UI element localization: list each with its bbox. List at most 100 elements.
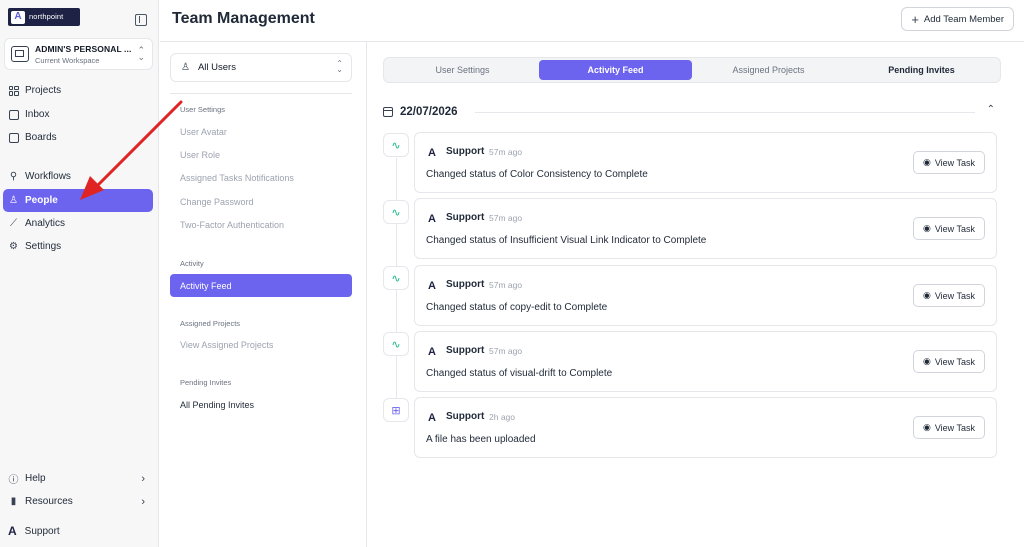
inbox-icon — [8, 109, 19, 120]
eye-icon: ◉ — [922, 223, 931, 233]
activity-card: A Support 57m ago Changed status of Colo… — [414, 132, 997, 193]
eye-icon: ◉ — [922, 290, 931, 300]
activity-message: Changed status of copy-edit to Complete — [426, 302, 608, 313]
activity-card: A Support 57m ago Changed status of copy… — [414, 265, 997, 326]
activity-card: A Support 57m ago Changed status of Insu… — [414, 198, 997, 259]
activity-card: A Support 57m ago Changed status of visu… — [414, 331, 997, 392]
sidebar-item-workflows[interactable]: ⚲ Workflows — [3, 165, 153, 188]
activity-user: Support — [446, 411, 485, 422]
sidebar-item-settings[interactable]: ⚙ Settings — [3, 235, 153, 258]
chevron-right-icon: › — [141, 472, 145, 485]
sidebar-item-help[interactable]: ⓘ Help › — [3, 467, 153, 490]
section-heading: Activity — [180, 259, 204, 268]
activity-time: 57m ago — [489, 280, 523, 290]
avatar: A — [8, 524, 17, 538]
workspace-subtitle: Current Workspace — [35, 56, 100, 65]
user-select[interactable]: ♙ All Users ⌃ ⌄ — [170, 53, 352, 82]
sidebar-item-label: Inbox — [25, 109, 50, 120]
settings-item-all-pending-invites[interactable]: All Pending Invites — [180, 400, 254, 410]
view-task-button[interactable]: ◉ View Task — [913, 350, 985, 373]
settings-item-task-notifications[interactable]: Assigned Tasks Notifications — [180, 173, 294, 183]
board-icon — [8, 132, 19, 143]
view-task-label: View Task — [934, 223, 976, 234]
activity-icon: ∿ — [383, 266, 409, 290]
add-team-member-button[interactable]: + Add Team Member — [901, 7, 1014, 31]
tab-activity-feed[interactable]: Activity Feed — [539, 60, 692, 80]
sidebar-item-label: Analytics — [25, 218, 66, 229]
eye-icon: ◉ — [922, 356, 931, 366]
settings-item-user-role[interactable]: User Role — [180, 150, 220, 160]
chevron-updown-icon: ⌃ ⌄ — [137, 45, 145, 62]
eye-icon: ◉ — [922, 157, 931, 167]
section-heading: Pending Invites — [180, 378, 232, 387]
sidebar-item-boards[interactable]: Boards — [3, 126, 153, 149]
divider — [170, 93, 352, 94]
user-icon: ♙ — [9, 195, 18, 206]
view-task-button[interactable]: ◉ View Task — [913, 217, 985, 240]
sidebar-item-label: Workflows — [25, 171, 71, 182]
view-task-button[interactable]: ◉ View Task — [913, 416, 985, 439]
chevron-updown-icon: ⌃ ⌄ — [336, 59, 343, 74]
tab-user-settings[interactable]: User Settings — [386, 60, 539, 80]
chart-icon: ⟋ — [10, 218, 17, 229]
user-select-value: All Users — [197, 62, 236, 73]
sidebar-item-projects[interactable]: Projects — [3, 79, 153, 102]
sidebar-item-label: People — [25, 195, 58, 206]
sidebar-item-people[interactable]: ♙ People — [3, 189, 153, 212]
workspace-icon — [11, 46, 29, 62]
settings-item-activity-feed[interactable]: Activity Feed — [170, 274, 352, 297]
collapse-sidebar-icon[interactable] — [135, 14, 147, 26]
brand-logo[interactable]: A northpoint — [8, 8, 80, 26]
date-label: 22/07/2026 — [400, 106, 458, 118]
sidebar-item-analytics[interactable]: ⟋ Analytics — [3, 212, 153, 235]
date-group-header[interactable]: 22/07/2026 ⌃ — [383, 104, 997, 120]
users-icon: ♙ — [181, 62, 190, 73]
sidebar-item-label: Help — [25, 473, 46, 484]
avatar: A — [428, 412, 436, 424]
activity-icon: ∿ — [383, 332, 409, 356]
activity-icon: ∿ — [383, 200, 409, 224]
activity-user: Support — [446, 279, 485, 290]
avatar: A — [428, 346, 436, 358]
activity-time: 57m ago — [489, 147, 523, 157]
view-task-button[interactable]: ◉ View Task — [913, 284, 985, 307]
settings-item-label: Activity Feed — [180, 280, 232, 291]
tab-assigned-projects[interactable]: Assigned Projects — [692, 60, 845, 80]
activity-user: Support — [446, 345, 485, 356]
view-task-label: View Task — [934, 422, 976, 433]
workspace-switcher[interactable]: ADMIN'S PERSONAL ... Current Workspace ⌃… — [4, 38, 153, 70]
settings-item-view-assigned-projects[interactable]: View Assigned Projects — [180, 340, 273, 350]
view-task-label: View Task — [934, 290, 976, 301]
view-task-label: View Task — [934, 356, 976, 367]
sidebar-item-label: Projects — [25, 85, 62, 96]
activity-time: 57m ago — [489, 346, 523, 356]
chevron-right-icon: › — [141, 495, 145, 508]
view-task-label: View Task — [934, 157, 976, 168]
page-title: Team Management — [172, 10, 315, 27]
activity-icon: ∿ — [383, 133, 409, 157]
page-header: Team Management + Add Team Member — [160, 0, 1024, 42]
add-team-member-label: Add Team Member — [923, 13, 1004, 25]
activity-message: Changed status of Color Consistency to C… — [426, 169, 648, 180]
chevron-up-icon[interactable]: ⌃ — [987, 104, 995, 115]
settings-item-user-avatar[interactable]: User Avatar — [180, 127, 227, 137]
settings-item-change-password[interactable]: Change Password — [180, 197, 254, 207]
sidebar-item-resources[interactable]: ▮ Resources › — [3, 490, 153, 513]
tab-bar: User Settings Activity Feed Assigned Pro… — [383, 57, 1001, 83]
avatar: A — [428, 280, 436, 292]
logo-icon: A — [11, 10, 25, 24]
avatar: A — [428, 147, 436, 159]
tab-pending-invites[interactable]: Pending Invites — [845, 60, 998, 80]
help-icon: ⓘ — [8, 475, 19, 486]
sidebar-item-label: Boards — [25, 132, 57, 143]
settings-panel: ♙ All Users ⌃ ⌄ User Settings User Avatar… — [160, 42, 367, 547]
current-user[interactable]: A Support — [3, 520, 153, 542]
avatar: A — [428, 213, 436, 225]
sidebar: A northpoint ADMIN'S PERSONAL ... Curren… — [0, 0, 159, 547]
view-task-button[interactable]: ◉ View Task — [913, 151, 985, 174]
settings-item-two-factor[interactable]: Two-Factor Authentication — [180, 220, 284, 230]
activity-time: 57m ago — [489, 213, 523, 223]
calendar-icon — [383, 107, 393, 117]
workspace-name: ADMIN'S PERSONAL ... — [35, 44, 132, 54]
sidebar-item-inbox[interactable]: Inbox — [3, 103, 153, 126]
